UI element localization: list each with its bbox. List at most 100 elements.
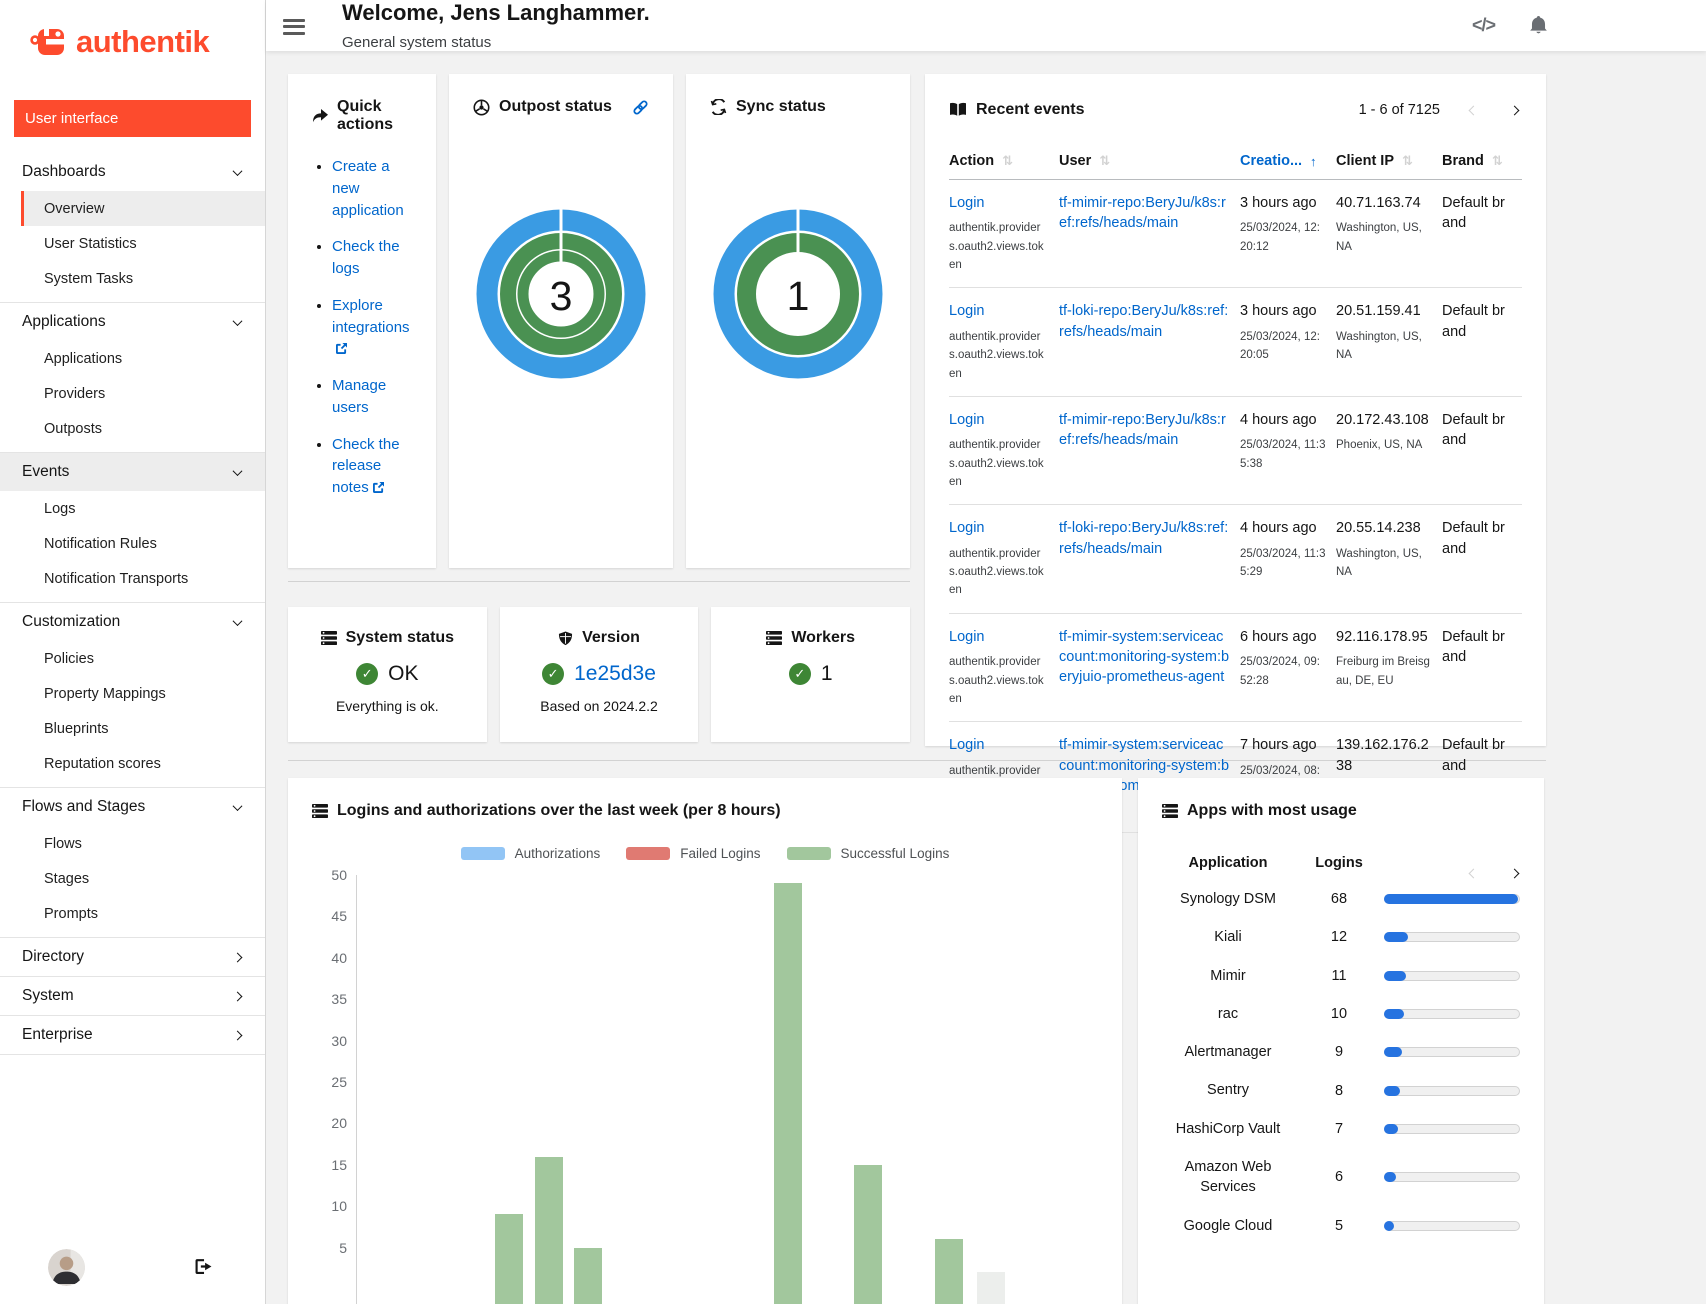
legend-label: Authorizations bbox=[515, 846, 601, 861]
event-user-link[interactable]: tf-mimir-repo:BeryJu/k8s:ref:refs/heads/… bbox=[1059, 412, 1226, 448]
sidebar: authentik User interface DashboardsOverv… bbox=[0, 0, 266, 1304]
sidebar-item-outposts[interactable]: Outposts bbox=[0, 411, 265, 446]
quick-action-link-check-the-release-notes[interactable]: Check the release notes bbox=[332, 436, 400, 497]
event-action-link[interactable]: Login bbox=[949, 303, 984, 319]
quick-action-link-explore-integrations[interactable]: Explore integrations bbox=[332, 297, 410, 358]
nav-group-applications[interactable]: Applications bbox=[0, 303, 265, 341]
user-interface-button[interactable]: User interface bbox=[14, 100, 251, 137]
column-header-user[interactable]: User⇅ bbox=[1059, 143, 1240, 180]
nav-group-dashboards[interactable]: Dashboards bbox=[0, 153, 265, 191]
app-usage-bar-track bbox=[1384, 1172, 1520, 1182]
nav-group-label: Events bbox=[22, 463, 69, 481]
event-creation-cell: 4 hours ago25/03/2024, 11:35:38 bbox=[1240, 397, 1336, 505]
app-usage-bar-track bbox=[1384, 894, 1520, 904]
app-name: HashiCorp Vault bbox=[1162, 1119, 1294, 1139]
app-usage-bar-fill bbox=[1384, 1172, 1396, 1182]
chevron-right-icon bbox=[233, 952, 243, 962]
sidebar-item-prompts[interactable]: Prompts bbox=[0, 896, 265, 931]
user-avatar[interactable] bbox=[48, 1249, 85, 1286]
event-user-link[interactable]: tf-loki-repo:BeryJu/k8s:ref:refs/heads/m… bbox=[1059, 303, 1228, 339]
legend-swatch bbox=[461, 847, 505, 860]
sidebar-item-property-mappings[interactable]: Property Mappings bbox=[0, 676, 265, 711]
pagination-top: 1 - 6 of 7125 bbox=[1359, 98, 1522, 121]
column-header-creatio[interactable]: Creatio...↑ bbox=[1240, 143, 1336, 180]
event-action-link[interactable]: Login bbox=[949, 520, 984, 536]
event-action-link[interactable]: Login bbox=[949, 737, 984, 753]
app-name: Google Cloud bbox=[1162, 1216, 1294, 1236]
event-action-cell: Loginauthentik.providers.oauth2.views.to… bbox=[949, 397, 1059, 505]
sort-asc-icon[interactable]: ↑ bbox=[1310, 154, 1317, 169]
apps-usage-row: Amazon Web Services6 bbox=[1162, 1148, 1520, 1207]
app-login-count: 11 bbox=[1294, 968, 1384, 984]
app-name: Kiali bbox=[1162, 927, 1294, 947]
event-user-link[interactable]: tf-loki-repo:BeryJu/k8s:ref:refs/heads/m… bbox=[1059, 520, 1228, 556]
sidebar-item-applications[interactable]: Applications bbox=[0, 341, 265, 376]
column-label: Action bbox=[949, 153, 994, 169]
sidebar-item-logs[interactable]: Logs bbox=[0, 491, 265, 526]
sidebar-item-blueprints[interactable]: Blueprints bbox=[0, 711, 265, 746]
chevron-down-icon bbox=[233, 616, 243, 626]
hamburger-menu-icon[interactable] bbox=[283, 15, 305, 38]
event-time-ago: 7 hours ago bbox=[1240, 735, 1326, 755]
notification-bell-icon[interactable] bbox=[1529, 16, 1548, 35]
event-user-cell: tf-mimir-system:serviceaccount:monitorin… bbox=[1059, 614, 1240, 722]
event-action-cell: Loginauthentik.providers.oauth2.views.to… bbox=[949, 505, 1059, 613]
legend-label: Successful Logins bbox=[841, 846, 950, 861]
nav-group-system[interactable]: System bbox=[0, 977, 265, 1015]
sort-icon[interactable]: ⇅ bbox=[1002, 153, 1013, 169]
nav-group-events[interactable]: Events bbox=[0, 453, 265, 491]
logout-icon[interactable] bbox=[195, 1259, 212, 1277]
event-user-link[interactable]: tf-mimir-repo:BeryJu/k8s:ref:refs/heads/… bbox=[1059, 195, 1226, 231]
app-usage-bar-track bbox=[1384, 971, 1520, 981]
previous-page-button[interactable] bbox=[1466, 98, 1481, 121]
event-action-link[interactable]: Login bbox=[949, 195, 984, 211]
event-brand-cell: Default brand bbox=[1442, 397, 1522, 505]
version-value-link[interactable]: 1e25d3e bbox=[574, 662, 656, 686]
sort-icon[interactable]: ⇅ bbox=[1402, 153, 1413, 169]
nav-group-enterprise[interactable]: Enterprise bbox=[0, 1016, 265, 1054]
app-usage-bar-fill bbox=[1384, 1009, 1404, 1019]
sort-icon[interactable]: ⇅ bbox=[1099, 153, 1110, 169]
nav-section-dashboards: DashboardsOverviewUser StatisticsSystem … bbox=[0, 153, 265, 302]
logins-chart-title: Logins and authorizations over the last … bbox=[337, 802, 781, 820]
nav-section-enterprise: Enterprise bbox=[0, 1015, 265, 1055]
sort-icon[interactable]: ⇅ bbox=[1492, 153, 1503, 169]
event-user-link[interactable]: tf-mimir-system:serviceaccount:monitorin… bbox=[1059, 629, 1229, 686]
app-login-count: 68 bbox=[1294, 891, 1384, 907]
nav-group-flows-and-stages[interactable]: Flows and Stages bbox=[0, 788, 265, 826]
column-header-brand[interactable]: Brand⇅ bbox=[1442, 143, 1522, 180]
quick-action-link-check-the-logs[interactable]: Check the logs bbox=[332, 238, 400, 277]
event-time-ago: 4 hours ago bbox=[1240, 518, 1326, 538]
sidebar-item-stages[interactable]: Stages bbox=[0, 861, 265, 896]
sidebar-item-flows[interactable]: Flows bbox=[0, 826, 265, 861]
column-header-client-ip[interactable]: Client IP⇅ bbox=[1336, 143, 1442, 180]
chevron-down-icon bbox=[233, 466, 243, 476]
nav-group-directory[interactable]: Directory bbox=[0, 938, 265, 976]
apps-usage-row: Mimir11 bbox=[1162, 957, 1520, 995]
event-action-link[interactable]: Login bbox=[949, 412, 984, 428]
version-card: Version ✓ 1e25d3e Based on 2024.2.2 bbox=[500, 607, 699, 742]
sidebar-item-system-tasks[interactable]: System Tasks bbox=[0, 261, 265, 296]
api-code-icon[interactable]: </> bbox=[1472, 15, 1495, 36]
sidebar-item-user-statistics[interactable]: User Statistics bbox=[0, 226, 265, 261]
event-location: Phoenix, US, NA bbox=[1336, 436, 1432, 454]
event-time-ago: 3 hours ago bbox=[1240, 193, 1326, 213]
nav-group-customization[interactable]: Customization bbox=[0, 603, 265, 641]
link-icon[interactable] bbox=[632, 99, 649, 116]
server-icon bbox=[1162, 804, 1178, 818]
recent-events-table: Action⇅User⇅Creatio...↑Client IP⇅Brand⇅L… bbox=[949, 143, 1522, 833]
event-client-ip-cell: 20.172.43.108Phoenix, US, NA bbox=[1336, 397, 1442, 505]
next-page-button[interactable] bbox=[1507, 98, 1522, 121]
sidebar-item-notification-transports[interactable]: Notification Transports bbox=[0, 561, 265, 596]
quick-action-link-manage-users[interactable]: Manage users bbox=[332, 377, 386, 416]
sidebar-item-reputation-scores[interactable]: Reputation scores bbox=[0, 746, 265, 781]
event-action-link[interactable]: Login bbox=[949, 629, 984, 645]
sidebar-item-overview[interactable]: Overview bbox=[21, 191, 265, 226]
nav-section-directory: Directory bbox=[0, 937, 265, 976]
event-location: Freiburg im Breisgau, DE, EU bbox=[1336, 653, 1432, 690]
sidebar-item-policies[interactable]: Policies bbox=[0, 641, 265, 676]
quick-action-link-create-a-new-application[interactable]: Create a new application bbox=[332, 158, 404, 219]
column-header-action[interactable]: Action ⇅ bbox=[949, 143, 1059, 180]
sidebar-item-notification-rules[interactable]: Notification Rules bbox=[0, 526, 265, 561]
sidebar-item-providers[interactable]: Providers bbox=[0, 376, 265, 411]
